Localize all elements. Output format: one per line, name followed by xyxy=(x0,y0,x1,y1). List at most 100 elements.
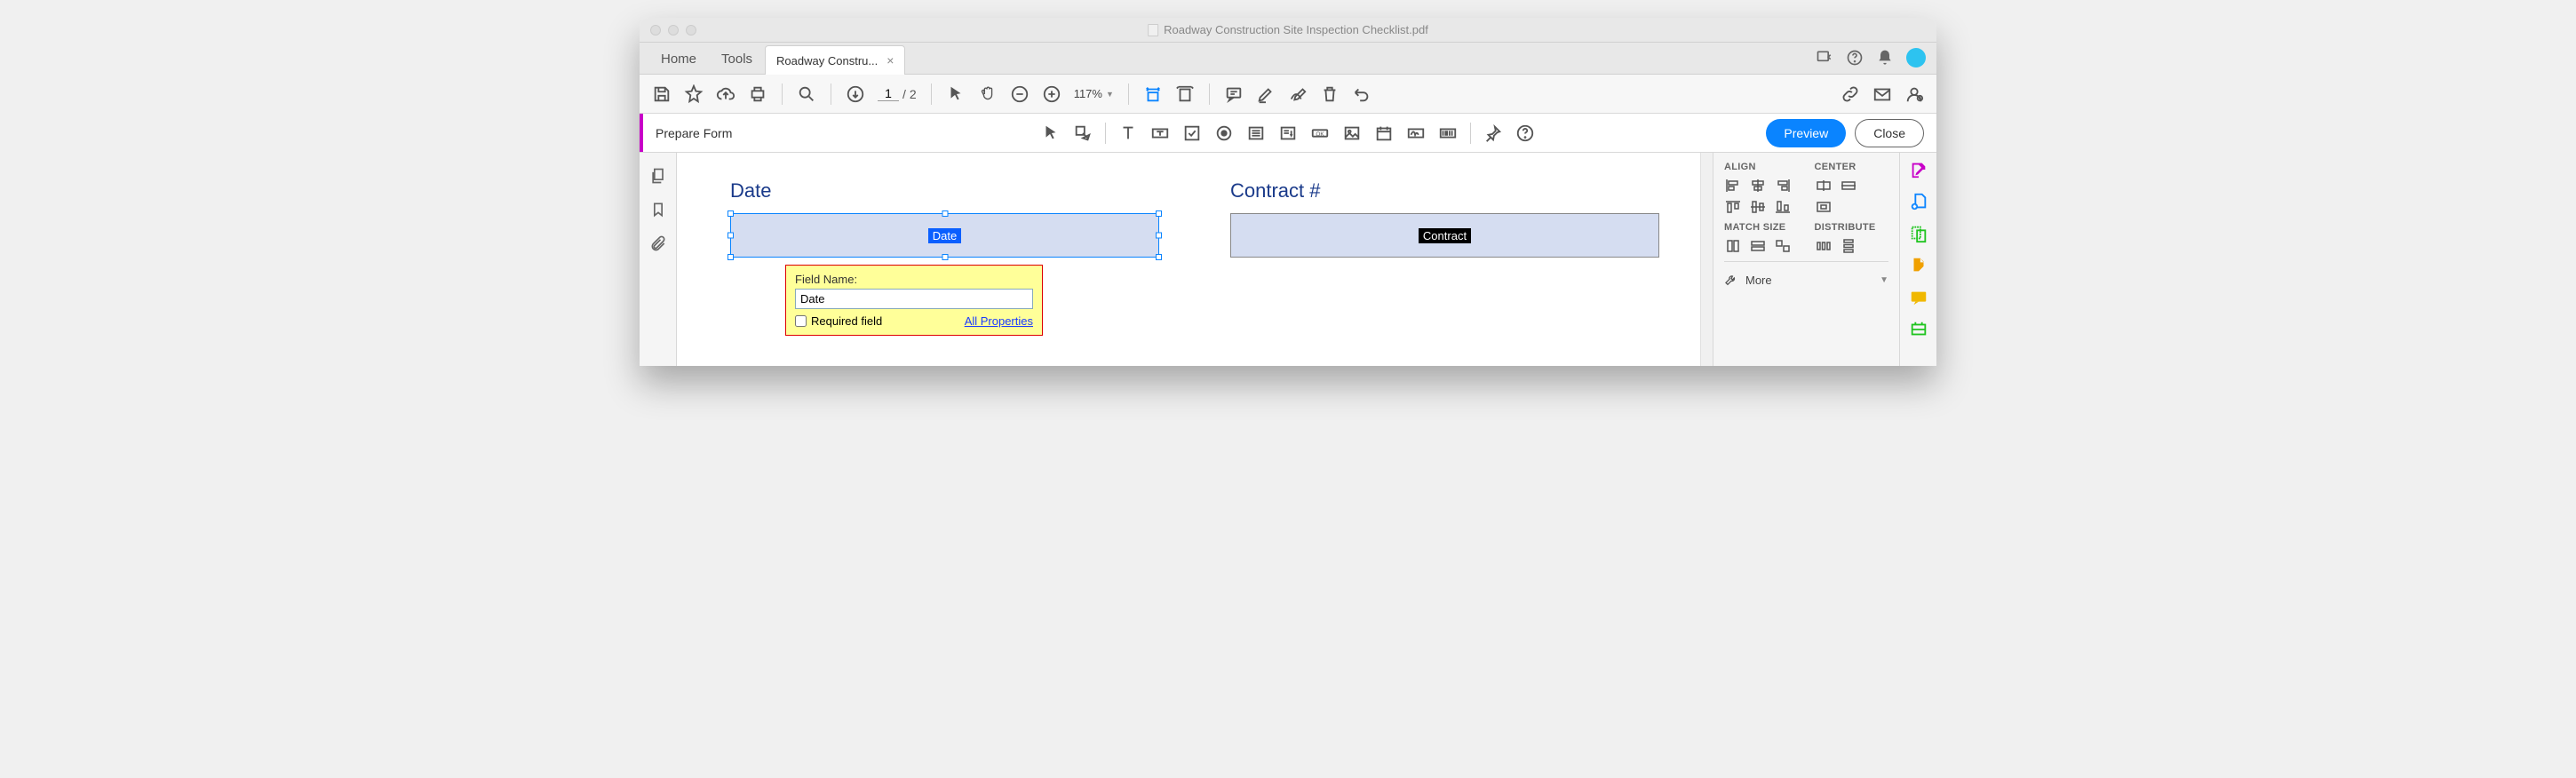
field-name-label: Field Name: xyxy=(795,273,1033,286)
search-icon[interactable] xyxy=(797,84,816,104)
print-icon[interactable] xyxy=(748,84,767,104)
undo-icon[interactable] xyxy=(1352,84,1371,104)
pin-icon[interactable] xyxy=(1483,123,1503,143)
match-both-icon[interactable] xyxy=(1774,238,1792,254)
required-field-checkbox[interactable]: Required field xyxy=(795,314,882,328)
pdf-file-icon xyxy=(1148,24,1158,36)
align-middle-icon[interactable] xyxy=(1749,199,1767,215)
page-current-input[interactable] xyxy=(878,86,899,101)
titlebar: Roadway Construction Site Inspection Che… xyxy=(640,18,1936,43)
screen-share-icon[interactable] xyxy=(1816,49,1833,67)
document-canvas[interactable]: Date Date Contract # Contract xyxy=(677,153,1713,366)
zoom-in-icon[interactable] xyxy=(1042,84,1061,104)
edit-pdf-tool-icon[interactable] xyxy=(1909,160,1928,179)
delete-icon[interactable] xyxy=(1320,84,1340,104)
help-icon[interactable] xyxy=(1846,49,1864,67)
contract-form-field[interactable]: Contract xyxy=(1230,213,1659,258)
star-icon[interactable] xyxy=(684,84,704,104)
export-tool-icon[interactable] xyxy=(1909,256,1928,275)
text-icon[interactable] xyxy=(1118,123,1138,143)
svg-text:OK: OK xyxy=(1316,131,1324,137)
align-right-icon[interactable] xyxy=(1774,178,1792,194)
chevron-down-icon: ▼ xyxy=(1880,275,1888,285)
required-checkbox-input[interactable] xyxy=(795,315,807,327)
all-properties-link[interactable]: All Properties xyxy=(965,314,1033,328)
barcode-icon[interactable] xyxy=(1438,123,1458,143)
window-title: Roadway Construction Site Inspection Che… xyxy=(1148,23,1428,36)
center-both-icon[interactable] xyxy=(1815,199,1833,215)
select-tool-icon[interactable] xyxy=(1041,123,1061,143)
highlight-icon[interactable] xyxy=(1256,84,1276,104)
mail-icon[interactable] xyxy=(1872,84,1892,104)
date-field-tag: Date xyxy=(928,228,961,243)
distribute-heading: DISTRIBUTE xyxy=(1815,222,1889,233)
align-left-icon[interactable] xyxy=(1724,178,1742,194)
organize-tool-icon[interactable] xyxy=(1909,320,1928,339)
contract-field-tag: Contract xyxy=(1419,228,1471,243)
close-tab-icon[interactable]: × xyxy=(886,53,894,67)
tab-tools[interactable]: Tools xyxy=(709,44,765,74)
pointer-icon[interactable] xyxy=(946,84,966,104)
close-button[interactable]: Close xyxy=(1855,119,1924,147)
center-heading: CENTER xyxy=(1815,162,1889,172)
zoom-out-icon[interactable] xyxy=(1010,84,1030,104)
tabbar: Home Tools Roadway Constru... × xyxy=(640,43,1936,75)
page-display-icon[interactable] xyxy=(1175,84,1195,104)
field-name-input[interactable] xyxy=(795,289,1033,309)
pages-icon[interactable] xyxy=(649,167,667,185)
date-field-icon[interactable] xyxy=(1374,123,1394,143)
traffic-minimize[interactable] xyxy=(668,25,679,36)
page-down-icon[interactable] xyxy=(846,84,865,104)
radio-icon[interactable] xyxy=(1214,123,1234,143)
hand-icon[interactable] xyxy=(978,84,998,104)
save-icon[interactable] xyxy=(652,84,672,104)
right-panel: ALIGN CENTER xyxy=(1713,153,1899,366)
align-center-h-icon[interactable] xyxy=(1749,178,1767,194)
image-field-icon[interactable] xyxy=(1342,123,1362,143)
cloud-upload-icon[interactable] xyxy=(716,84,735,104)
attachment-icon[interactable] xyxy=(649,234,667,252)
zoom-select[interactable]: 117%▼ xyxy=(1074,87,1114,100)
comment-tool-icon[interactable] xyxy=(1909,288,1928,307)
traffic-close[interactable] xyxy=(650,25,661,36)
text-field-icon[interactable] xyxy=(1150,123,1170,143)
create-pdf-tool-icon[interactable] xyxy=(1909,192,1928,211)
edit-form-icon[interactable] xyxy=(1073,123,1093,143)
signature-icon[interactable] xyxy=(1406,123,1426,143)
center-h-icon[interactable] xyxy=(1815,178,1833,194)
tab-home[interactable]: Home xyxy=(648,44,709,74)
traffic-zoom[interactable] xyxy=(686,25,696,36)
document-tab-label: Roadway Constru... xyxy=(776,54,878,67)
center-v-icon[interactable] xyxy=(1840,178,1857,194)
profile-icon[interactable] xyxy=(1904,84,1924,104)
preview-button[interactable]: Preview xyxy=(1766,119,1846,147)
align-top-icon[interactable] xyxy=(1724,199,1742,215)
left-nav-strip xyxy=(640,153,677,366)
right-tool-strip xyxy=(1899,153,1936,366)
bookmark-icon[interactable] xyxy=(649,201,667,218)
main-toolbar: / 2 117%▼ xyxy=(640,75,1936,114)
scrollbar[interactable] xyxy=(1700,153,1713,366)
align-bottom-icon[interactable] xyxy=(1774,199,1792,215)
distribute-h-icon[interactable] xyxy=(1815,238,1833,254)
combine-tool-icon[interactable] xyxy=(1909,224,1928,243)
bell-icon[interactable] xyxy=(1876,49,1894,67)
fit-width-icon[interactable] xyxy=(1143,84,1163,104)
match-width-icon[interactable] xyxy=(1724,238,1742,254)
help-circle-icon[interactable] xyxy=(1515,123,1535,143)
document-tab[interactable]: Roadway Constru... × xyxy=(765,45,905,75)
link-icon[interactable] xyxy=(1841,84,1860,104)
date-form-field[interactable]: Date xyxy=(730,213,1159,258)
draw-icon[interactable] xyxy=(1288,84,1308,104)
match-height-icon[interactable] xyxy=(1749,238,1767,254)
distribute-v-icon[interactable] xyxy=(1840,238,1857,254)
dropdown-icon[interactable] xyxy=(1278,123,1298,143)
checkbox-icon[interactable] xyxy=(1182,123,1202,143)
more-dropdown[interactable]: More ▼ xyxy=(1724,269,1888,290)
avatar[interactable] xyxy=(1906,48,1926,67)
comment-icon[interactable] xyxy=(1224,84,1244,104)
button-icon[interactable]: OK xyxy=(1310,123,1330,143)
list-icon[interactable] xyxy=(1246,123,1266,143)
date-label: Date xyxy=(730,179,1159,202)
contract-label: Contract # xyxy=(1230,179,1659,202)
